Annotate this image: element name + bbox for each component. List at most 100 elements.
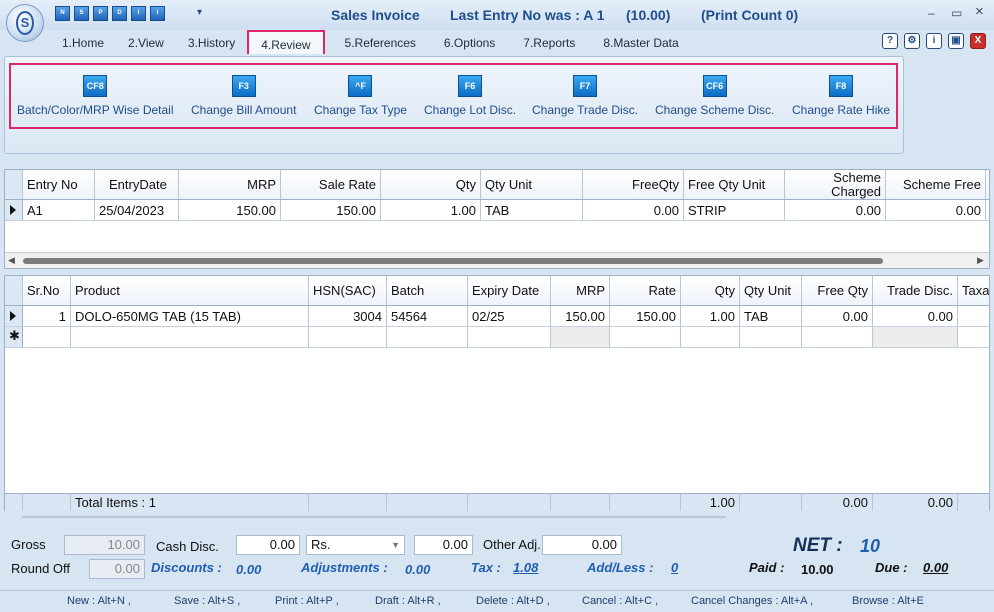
column-header-qty-unit[interactable]: Qty Unit (740, 276, 802, 305)
column-header-free-qty-unit[interactable]: Free Qty Unit (684, 170, 785, 199)
column-header-free-qty[interactable]: Free Qty (802, 276, 873, 305)
column-header-product[interactable]: Product (71, 276, 309, 305)
exit-icon[interactable]: X (970, 33, 986, 49)
cell-empty[interactable] (387, 327, 468, 347)
column-header-scheme-charged[interactable]: Scheme Charged (785, 170, 886, 199)
column-header-qty-unit[interactable]: Qty Unit (481, 170, 583, 199)
entries-horizontal-scrollbar[interactable]: ◀ ▶ (5, 252, 989, 268)
cell-empty[interactable] (71, 327, 309, 347)
shortcut-cancel-changes[interactable]: Cancel Changes : Alt+A , (691, 595, 813, 607)
column-header-entry-no[interactable]: Entry No (23, 170, 95, 199)
cell-mrp[interactable]: 150.00 (179, 200, 281, 220)
info-icon[interactable]: i (926, 33, 942, 49)
column-header-qty[interactable]: Qty (381, 170, 481, 199)
help-icon[interactable]: ? (882, 33, 898, 49)
column-header-scheme-free[interactable]: Scheme Free (886, 170, 986, 199)
cell-taxable[interactable] (958, 306, 989, 326)
shortcut-browse[interactable]: Browse : Alt+E (852, 595, 924, 607)
column-header-expiry-date[interactable]: Expiry Date (468, 276, 551, 305)
cell-empty[interactable] (681, 327, 740, 347)
cell-entry-no[interactable]: A1 (23, 200, 95, 220)
row-selector[interactable]: ✱ (5, 327, 23, 347)
shortcut-draft[interactable]: Draft : Alt+R , (375, 595, 441, 607)
column-header-mrp[interactable]: MRP (551, 276, 610, 305)
tab-references[interactable]: 5.References (325, 30, 428, 54)
cash-disc-type-select[interactable]: Rs. ▼ (306, 535, 405, 555)
cell-qty-unit[interactable]: TAB (481, 200, 583, 220)
table-row[interactable]: 1 DOLO-650MG TAB (15 TAB) 3004 54564 02/… (5, 306, 989, 327)
cell-expiry-date[interactable]: 02/25 (468, 306, 551, 326)
qat-save-icon[interactable]: S (74, 6, 89, 21)
column-header-entry-date[interactable]: EntryDate (95, 170, 179, 199)
change-bill-amount-button[interactable]: F3 Change Bill Amount (191, 75, 296, 117)
qat-item-icon[interactable]: I (131, 6, 146, 21)
batch-color-mrp-detail-button[interactable]: CF8 Batch/Color/MRP Wise Detail (17, 75, 174, 117)
shortcut-print[interactable]: Print : Alt+P , (275, 595, 339, 607)
cell-scheme-charged[interactable]: 0.00 (785, 200, 886, 220)
column-header-taxable[interactable]: Taxa (958, 276, 989, 305)
qat-customize-icon[interactable]: ▾ (197, 7, 202, 18)
column-header-sale-rate[interactable]: Sale Rate (281, 170, 381, 199)
other-adj-field[interactable]: 0.00 (542, 535, 622, 555)
due-value[interactable]: 0.00 (923, 560, 948, 575)
cell-free-qty[interactable]: 0.00 (583, 200, 684, 220)
cash-disc-amount-field[interactable]: 0.00 (414, 535, 473, 555)
tax-link[interactable]: 1.08 (513, 560, 538, 575)
column-header-qty[interactable]: Qty (681, 276, 740, 305)
cell-trade-disc[interactable]: 0.00 (873, 306, 958, 326)
cell-empty[interactable] (468, 327, 551, 347)
tab-view[interactable]: 2.View (116, 30, 176, 54)
cell-empty[interactable] (958, 327, 989, 347)
items-horizontal-scrollbar[interactable] (22, 516, 726, 518)
cell-qty-unit[interactable]: TAB (740, 306, 802, 326)
tab-home[interactable]: 1.Home (50, 30, 116, 54)
column-header-hsn[interactable]: HSN(SAC) (309, 276, 387, 305)
column-header-rate[interactable]: Rate (610, 276, 681, 305)
column-header-sr-no[interactable]: Sr.No (23, 276, 71, 305)
add-less-link[interactable]: 0 (671, 560, 678, 575)
row-selector[interactable] (5, 306, 23, 326)
close-button[interactable]: × (975, 3, 984, 20)
change-scheme-disc-button[interactable]: CF6 Change Scheme Disc. (655, 75, 774, 117)
cell-empty[interactable] (802, 327, 873, 347)
column-header-trade-disc[interactable]: Trade Disc. (873, 276, 958, 305)
qat-item2-icon[interactable]: I (150, 6, 165, 21)
row-selector[interactable] (5, 200, 23, 220)
qat-new-icon[interactable]: N (55, 6, 70, 21)
cell-free-qty-unit[interactable]: STRIP (684, 200, 785, 220)
change-lot-disc-button[interactable]: F6 Change Lot Disc. (424, 75, 516, 117)
settings-icon[interactable]: ⚙ (904, 33, 920, 49)
cell-empty[interactable] (309, 327, 387, 347)
app-menu-button[interactable]: S (6, 4, 44, 42)
shortcut-save[interactable]: Save : Alt+S , (174, 595, 240, 607)
minimize-button[interactable]: – (928, 6, 935, 20)
maximize-button[interactable]: ▭ (951, 6, 962, 20)
tab-master-data[interactable]: 8.Master Data (587, 30, 690, 54)
change-rate-hike-button[interactable]: F8 Change Rate Hike (792, 75, 890, 117)
cell-mrp[interactable]: 150.00 (551, 306, 610, 326)
cell-entry-date[interactable]: 25/04/2023 (95, 200, 179, 220)
column-header-mrp[interactable]: MRP (179, 170, 281, 199)
cell-rate[interactable]: 150.00 (610, 306, 681, 326)
cell-free-qty[interactable]: 0.00 (802, 306, 873, 326)
tab-reports[interactable]: 7.Reports (507, 30, 587, 54)
qat-print-icon[interactable]: P (93, 6, 108, 21)
cell-hsn[interactable]: 3004 (309, 306, 387, 326)
cell-empty[interactable] (873, 327, 958, 347)
scroll-right-icon[interactable]: ▶ (977, 255, 984, 266)
column-header-batch[interactable]: Batch (387, 276, 468, 305)
new-row[interactable]: ✱ (5, 327, 989, 348)
calculator-icon[interactable]: ▣ (948, 33, 964, 49)
cell-product[interactable]: DOLO-650MG TAB (15 TAB) (71, 306, 309, 326)
cell-scheme-free[interactable]: 0.00 (886, 200, 986, 220)
scrollbar-thumb[interactable] (23, 258, 883, 264)
cell-sr-no[interactable]: 1 (23, 306, 71, 326)
change-trade-disc-button[interactable]: F7 Change Trade Disc. (532, 75, 638, 117)
cell-empty[interactable] (551, 327, 610, 347)
cell-batch[interactable]: 54564 (387, 306, 468, 326)
cell-qty[interactable]: 1.00 (381, 200, 481, 220)
change-tax-type-button[interactable]: ^F Change Tax Type (314, 75, 407, 117)
cell-empty[interactable] (610, 327, 681, 347)
tab-history[interactable]: 3.History (176, 30, 247, 54)
cell-qty[interactable]: 1.00 (681, 306, 740, 326)
